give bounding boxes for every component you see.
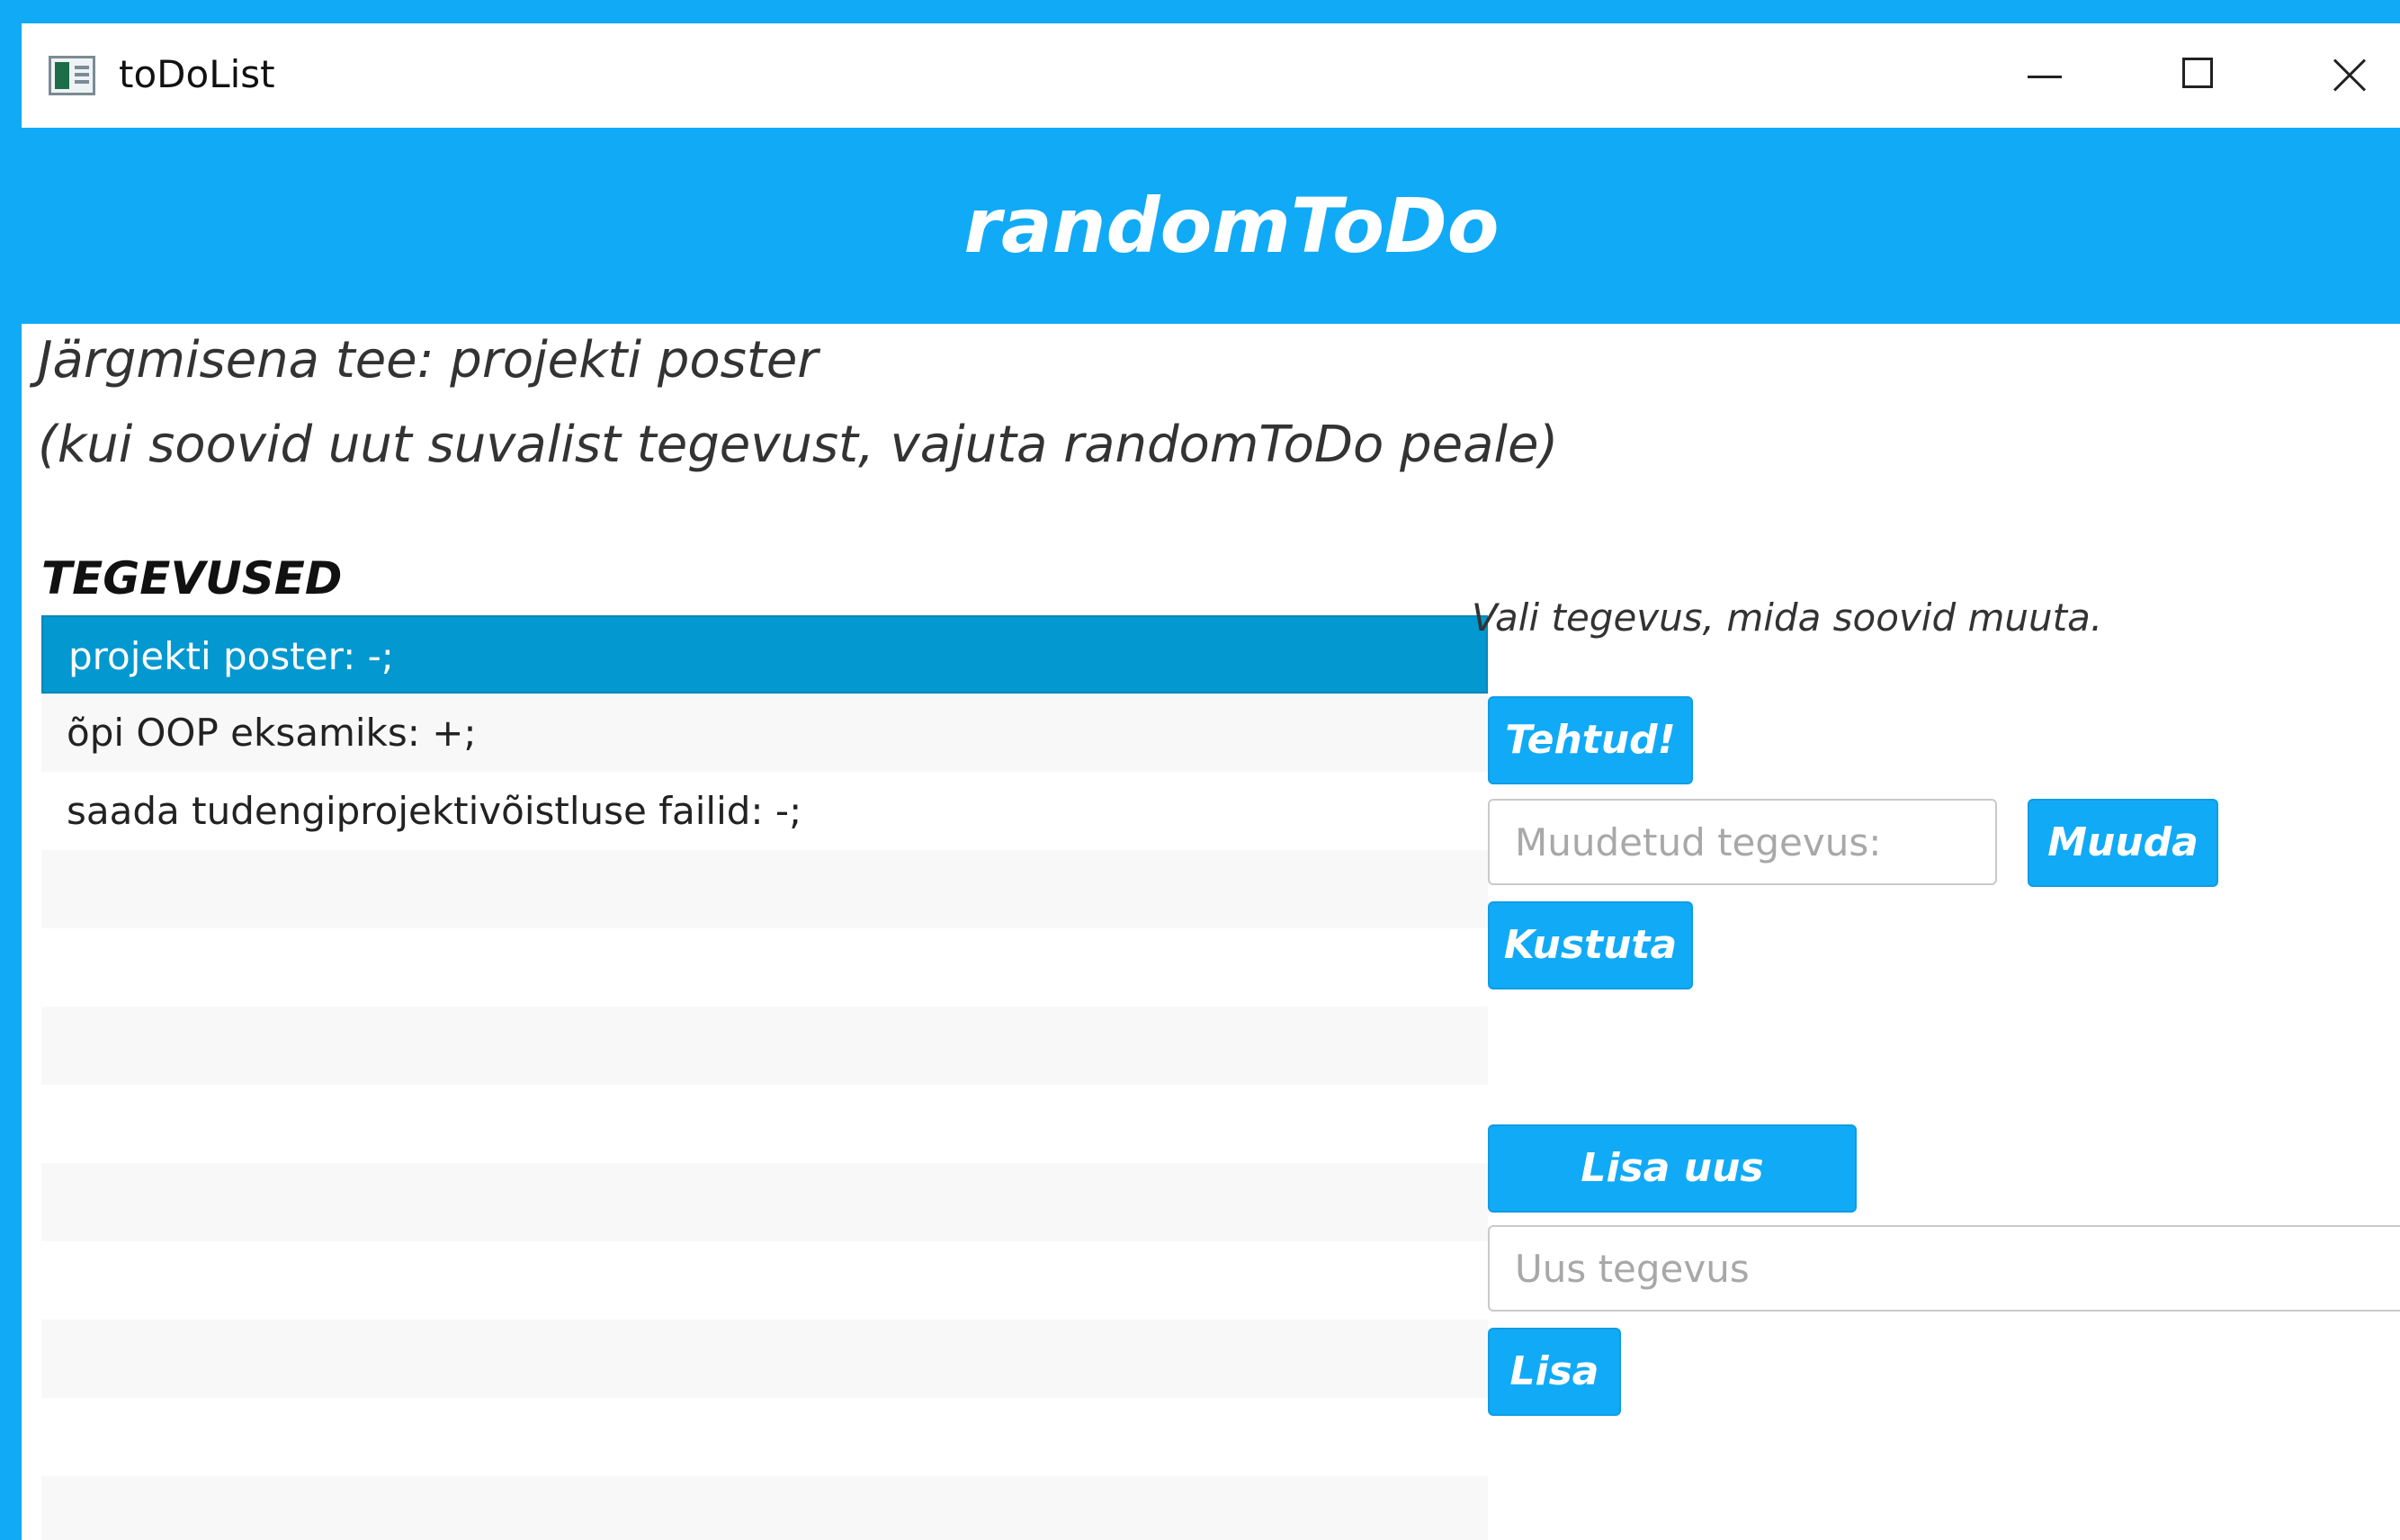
title-bar: toDoList (22, 23, 2400, 128)
header-banner: randomToDo (22, 128, 2400, 324)
app-window: toDoList randomToDo Järgmisena tee: proj… (22, 23, 2400, 1540)
empty-list-row (41, 1007, 1488, 1085)
tasks-heading: TEGEVUSED (41, 552, 343, 604)
empty-list-row (41, 1085, 1488, 1163)
add-new-task-button[interactable]: Lisa uus tegevus (1488, 1124, 1857, 1276)
empty-list-row (41, 1476, 1488, 1540)
edit-instruction: Vali tegevus, mida soovid muuta. (1472, 595, 2103, 640)
empty-list-row (41, 1320, 1488, 1398)
list-item[interactable]: saada tudengiprojektivõistluse failid: -… (41, 772, 1488, 850)
done-button[interactable]: Tehtud! (1488, 696, 1693, 784)
app-window-icon (49, 56, 95, 95)
edit-button[interactable]: Muuda (2028, 799, 2218, 887)
task-list[interactable]: projekti poster: -; õpi OOP eksamiks: +;… (41, 615, 1488, 1540)
empty-list-row (41, 1163, 1488, 1241)
empty-list-row (41, 928, 1488, 1007)
minimize-icon[interactable] (2006, 41, 2085, 110)
maximize-icon[interactable] (2159, 41, 2238, 110)
close-icon[interactable] (2312, 41, 2391, 110)
delete-button[interactable]: Kustuta (1488, 901, 1693, 989)
empty-list-row (41, 1241, 1488, 1320)
list-item[interactable]: projekti poster: -; (41, 615, 1488, 694)
empty-list-row (41, 1398, 1488, 1476)
empty-list-row (41, 850, 1488, 928)
window-title: toDoList (119, 52, 275, 96)
new-task-field[interactable] (1488, 1225, 2400, 1312)
add-button[interactable]: Lisa (1488, 1328, 1621, 1416)
edited-task-field[interactable] (1488, 799, 1997, 885)
hint-text: (kui soovid uut suvalist tegevust, vajut… (38, 416, 1559, 474)
next-task-text: Järgmisena tee: projekti poster (38, 331, 819, 389)
random-todo-button[interactable]: randomToDo (22, 128, 2400, 324)
list-item[interactable]: õpi OOP eksamiks: +; (41, 694, 1488, 772)
